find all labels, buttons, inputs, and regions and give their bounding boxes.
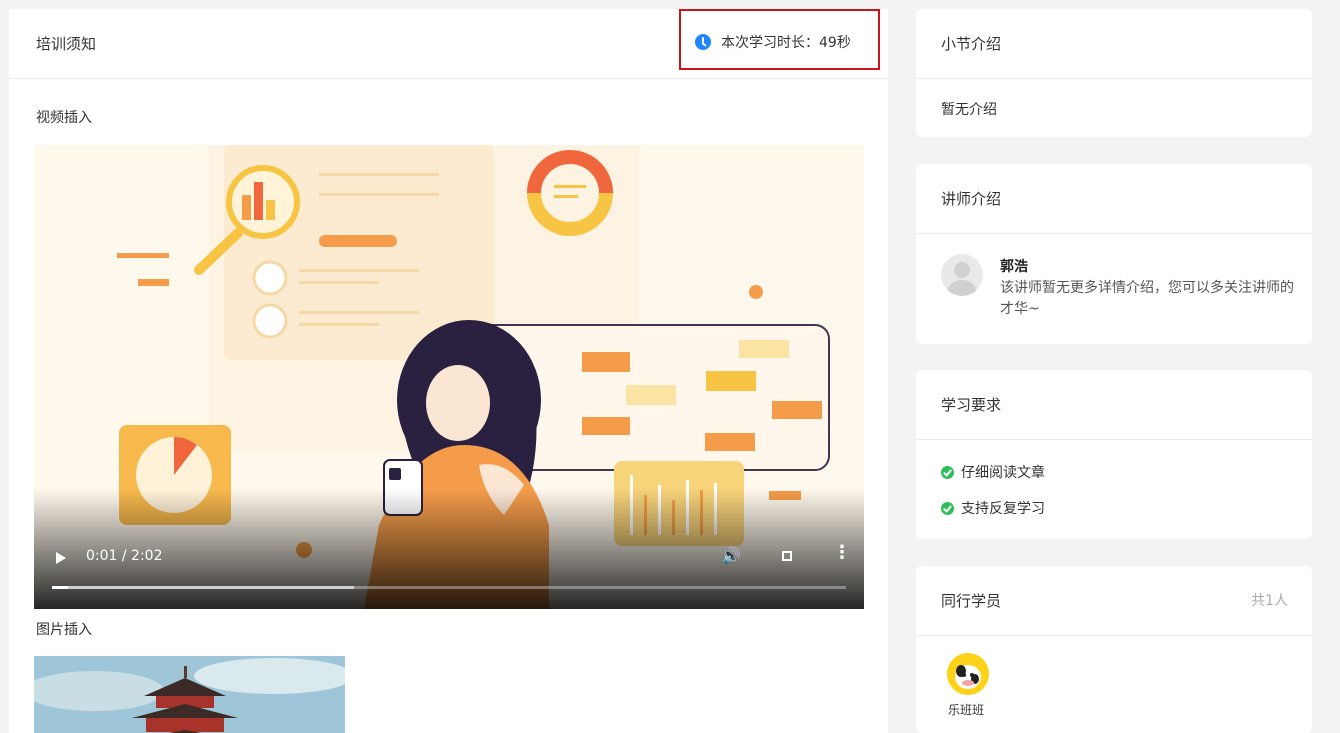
teacher-info: 郭浩 该讲师暂无更多详情介绍，您可以多关注讲师的才华~ <box>916 234 1312 344</box>
check-circle-icon <box>941 465 954 479</box>
main-panel: 培训须知 本次学习时长：49秒 视频插入 0:01 / 2:02 🔊 ⋮ 图片插… <box>9 9 888 733</box>
clock-icon <box>695 34 711 50</box>
fullscreen-icon[interactable] <box>782 551 792 561</box>
temple-photo <box>34 656 345 733</box>
check-circle-icon <box>941 501 954 515</box>
study-timer: 本次学习时长：49秒 <box>679 9 880 70</box>
peers-count: 共1人 <box>1251 593 1288 609</box>
peers-title: 同行学员 <box>941 592 1002 610</box>
teacher-intro-title: 讲师介绍 <box>941 190 1002 208</box>
timer-label: 本次学习时长：49秒 <box>721 32 851 52</box>
more-icon[interactable]: ⋮ <box>833 544 851 562</box>
video-section-label: 视频插入 <box>36 110 92 126</box>
play-icon[interactable] <box>56 552 66 564</box>
requirement-item: 支持反复学习 <box>941 498 1045 518</box>
teacher-avatar <box>941 254 983 296</box>
section-intro-header: 小节介绍 <box>916 9 1312 79</box>
teacher-name: 郭浩 <box>1000 259 1028 275</box>
requirement-text: 支持反复学习 <box>961 501 1045 517</box>
requirement-text: 仔细阅读文章 <box>961 465 1045 481</box>
video-time: 0:01 / 2:02 <box>86 548 163 564</box>
progress-played <box>52 586 68 589</box>
peers-header: 同行学员 共1人 <box>916 566 1312 636</box>
video-controls: 0:01 / 2:02 🔊 ⋮ <box>34 539 864 609</box>
page-title: 培训须知 <box>36 35 97 53</box>
section-intro-title: 小节介绍 <box>941 35 1002 53</box>
peers-card: 同行学员 共1人 乐班班 <box>916 566 1312 733</box>
requirements-header: 学习要求 <box>916 370 1312 440</box>
section-intro-text: 暂无介绍 <box>941 102 997 118</box>
video-progress-bar[interactable] <box>52 586 846 589</box>
main-header: 培训须知 本次学习时长：49秒 <box>9 9 888 79</box>
requirements-card: 学习要求 仔细阅读文章 支持反复学习 <box>916 370 1312 539</box>
teacher-intro-header: 讲师介绍 <box>916 164 1312 234</box>
teacher-desc: 该讲师暂无更多详情介绍，您可以多关注讲师的才华~ <box>1000 280 1294 317</box>
peer-avatar[interactable] <box>947 653 989 695</box>
timer-label-text: 本次学习时长： <box>721 35 819 51</box>
requirement-item: 仔细阅读文章 <box>941 462 1045 482</box>
volume-icon[interactable]: 🔊 <box>721 546 741 565</box>
inserted-photo <box>34 656 345 733</box>
cow-avatar-icon <box>947 653 989 695</box>
progress-buffered <box>52 586 354 589</box>
teacher-intro-card: 讲师介绍 郭浩 该讲师暂无更多详情介绍，您可以多关注讲师的才华~ <box>916 164 1312 344</box>
video-player[interactable]: 0:01 / 2:02 🔊 ⋮ <box>34 145 864 609</box>
section-intro-card: 小节介绍 暂无介绍 <box>916 9 1312 137</box>
peer-name: 乐班班 <box>948 703 985 717</box>
image-section-label: 图片插入 <box>36 622 92 638</box>
timer-value: 49秒 <box>819 35 851 51</box>
requirements-title: 学习要求 <box>941 396 1002 414</box>
